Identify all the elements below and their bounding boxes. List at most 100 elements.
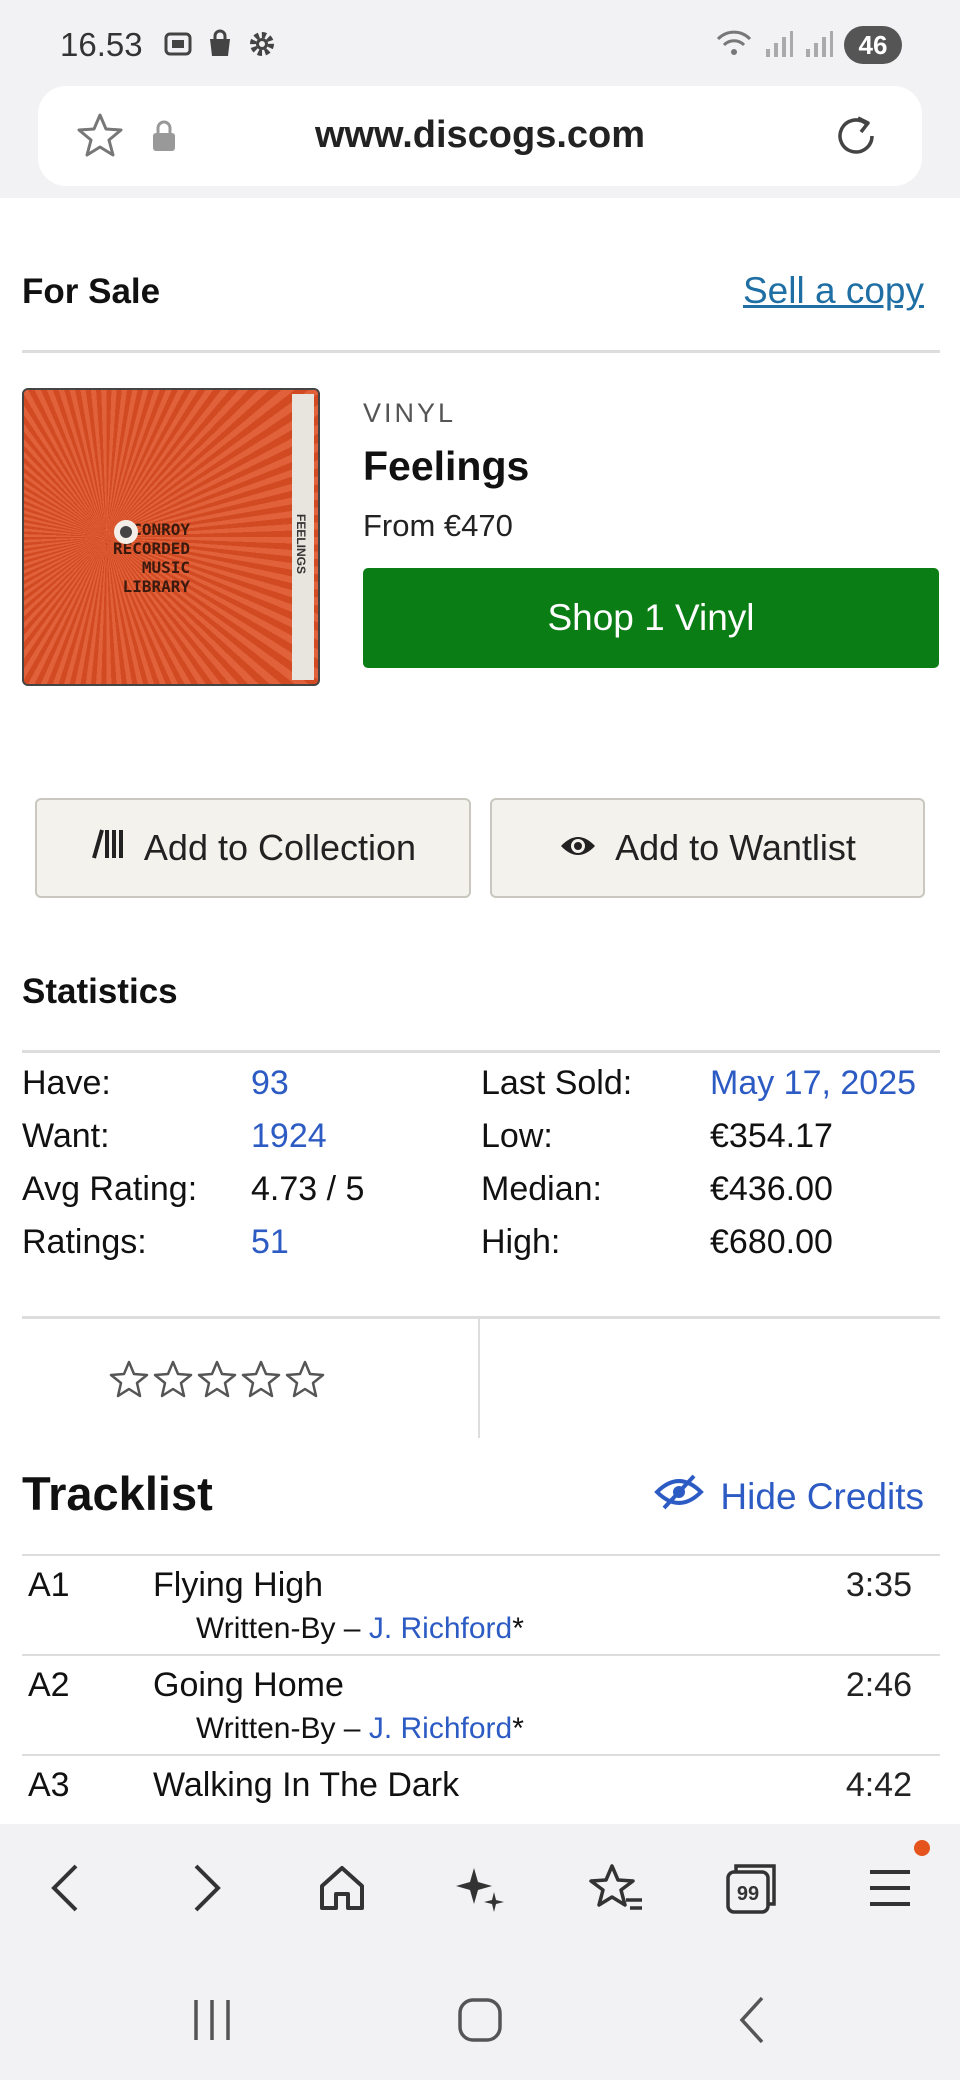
signal-icon-2 xyxy=(804,27,834,64)
bookmarks-icon[interactable] xyxy=(584,1856,648,1920)
system-back-icon[interactable] xyxy=(722,1990,782,2050)
track-row: A3 Walking In The Dark 4:42 xyxy=(22,1754,940,1824)
track-title: Going Home xyxy=(153,1666,344,1704)
credit-suffix: * xyxy=(512,1712,524,1745)
browser-bottom-bar: 99 xyxy=(0,1824,960,1950)
item-price: From €470 xyxy=(363,508,513,543)
track-duration: 4:42 xyxy=(845,1766,912,1804)
tabs-icon[interactable]: 99 xyxy=(720,1856,784,1920)
for-sale-heading: For Sale xyxy=(22,272,161,311)
rating-stars[interactable] xyxy=(108,1358,326,1400)
cover-spine-text: FEELINGS xyxy=(294,514,308,575)
sell-a-copy-link[interactable]: Sell a copy xyxy=(743,270,924,312)
url-bar[interactable]: www.discogs.com xyxy=(38,86,922,186)
system-nav-bar xyxy=(0,1950,960,2080)
credit-role: Written-By – xyxy=(196,1712,369,1745)
eye-slash-icon xyxy=(654,1474,705,1519)
hide-credits-button[interactable]: Hide Credits xyxy=(654,1474,924,1519)
add-to-collection-button[interactable]: Add to Collection xyxy=(35,798,471,898)
hide-credits-label: Hide Credits xyxy=(720,1475,924,1517)
home-button-icon[interactable] xyxy=(450,1990,510,2050)
add-to-wantlist-button[interactable]: Add to Wantlist xyxy=(490,798,925,898)
stat-label: Have: xyxy=(22,1064,111,1102)
divider xyxy=(22,350,940,353)
star-icon[interactable] xyxy=(284,1358,326,1400)
credit-role: Written-By – xyxy=(196,1612,369,1645)
stat-label: Low: xyxy=(481,1117,553,1155)
star-icon[interactable] xyxy=(108,1358,150,1400)
stat-label: Ratings: xyxy=(22,1223,147,1261)
star-icon[interactable] xyxy=(152,1358,194,1400)
stat-want-link[interactable]: 1924 xyxy=(251,1117,327,1156)
stat-have-link[interactable]: 93 xyxy=(251,1064,289,1103)
screenshot-icon xyxy=(162,28,194,60)
track-position: A2 xyxy=(28,1666,70,1704)
tracklist-heading: Tracklist xyxy=(22,1467,213,1520)
stat-value: 4.73 / 5 xyxy=(251,1170,365,1208)
notification-dot xyxy=(914,1840,930,1856)
track-duration: 3:35 xyxy=(845,1566,912,1604)
stat-row: Want: 1924 Low: €354.17 xyxy=(22,1117,940,1170)
ai-sparkle-icon[interactable] xyxy=(448,1856,512,1920)
home-icon[interactable] xyxy=(310,1856,374,1920)
stat-ratings-link[interactable]: 51 xyxy=(251,1223,289,1262)
track-credit: Written-By – J. Richford* xyxy=(196,1612,524,1646)
track-position: A3 xyxy=(28,1766,70,1804)
credit-artist-link[interactable]: J. Richford xyxy=(369,1612,512,1645)
signal-icon xyxy=(764,27,794,64)
cover-center-hole xyxy=(114,520,138,544)
credit-artist-link[interactable]: J. Richford xyxy=(369,1712,512,1745)
status-icons-right: 46 xyxy=(714,26,902,64)
stat-label: Last Sold: xyxy=(481,1064,633,1102)
track-position: A1 xyxy=(28,1566,70,1604)
shop-vinyl-button[interactable]: Shop 1 Vinyl xyxy=(363,568,939,668)
stat-value: €680.00 xyxy=(710,1223,833,1261)
cover-spine: FEELINGS xyxy=(292,394,314,680)
status-time: 16.53 xyxy=(60,26,143,63)
track-row: A2 Going Home 2:46 Written-By – J. Richf… xyxy=(22,1654,940,1754)
back-icon[interactable] xyxy=(34,1856,98,1920)
divider xyxy=(22,1316,940,1319)
track-row: A1 Flying High 3:35 Written-By – J. Rich… xyxy=(22,1554,940,1654)
recent-apps-icon[interactable] xyxy=(182,1990,242,2050)
status-icons-left xyxy=(162,28,278,60)
album-cover-image[interactable]: FEELINGS CONROY RECORDED MUSIC LIBRARY xyxy=(22,388,320,686)
vertical-divider xyxy=(478,1318,480,1438)
svg-text:99: 99 xyxy=(737,1883,759,1905)
divider xyxy=(22,1050,940,1053)
star-icon[interactable] xyxy=(240,1358,282,1400)
stat-label: Want: xyxy=(22,1117,110,1155)
stat-value: €354.17 xyxy=(710,1117,833,1155)
menu-icon[interactable] xyxy=(858,1856,922,1920)
url-text[interactable]: www.discogs.com xyxy=(38,114,922,157)
statistics-heading: Statistics xyxy=(22,972,178,1011)
stat-label: Median: xyxy=(481,1170,602,1208)
page-content: For Sale Sell a copy FEELINGS CONROY REC… xyxy=(0,198,960,1824)
statistics-table: Have: 93 Last Sold: May 17, 2025 Want: 1… xyxy=(22,1064,940,1276)
forward-icon[interactable] xyxy=(174,1856,238,1920)
track-duration: 2:46 xyxy=(845,1666,912,1704)
status-bar: 16.53 46 xyxy=(0,0,960,86)
item-title: Feelings xyxy=(363,443,530,489)
reload-icon[interactable] xyxy=(828,108,884,169)
eye-icon xyxy=(559,827,597,869)
credit-suffix: * xyxy=(512,1612,524,1645)
stat-row: Ratings: 51 High: €680.00 xyxy=(22,1223,940,1276)
shopping-bag-icon xyxy=(204,28,236,60)
battery-indicator: 46 xyxy=(844,26,902,64)
stat-value: €436.00 xyxy=(710,1170,833,1208)
format-label: VINYL xyxy=(363,398,457,428)
wifi-icon xyxy=(714,27,754,64)
add-to-collection-label: Add to Collection xyxy=(143,827,417,868)
collection-icon xyxy=(90,827,126,869)
track-title: Flying High xyxy=(153,1566,324,1604)
star-icon[interactable] xyxy=(196,1358,238,1400)
add-to-wantlist-label: Add to Wantlist xyxy=(615,827,856,868)
stat-last-sold-link[interactable]: May 17, 2025 xyxy=(710,1064,916,1103)
stat-row: Have: 93 Last Sold: May 17, 2025 xyxy=(22,1064,940,1117)
stat-label: High: xyxy=(481,1223,561,1261)
stat-label: Avg Rating: xyxy=(22,1170,198,1208)
track-credit: Written-By – J. Richford* xyxy=(196,1712,524,1746)
settings-gear-icon xyxy=(246,28,278,60)
stat-row: Avg Rating: 4.73 / 5 Median: €436.00 xyxy=(22,1170,940,1223)
